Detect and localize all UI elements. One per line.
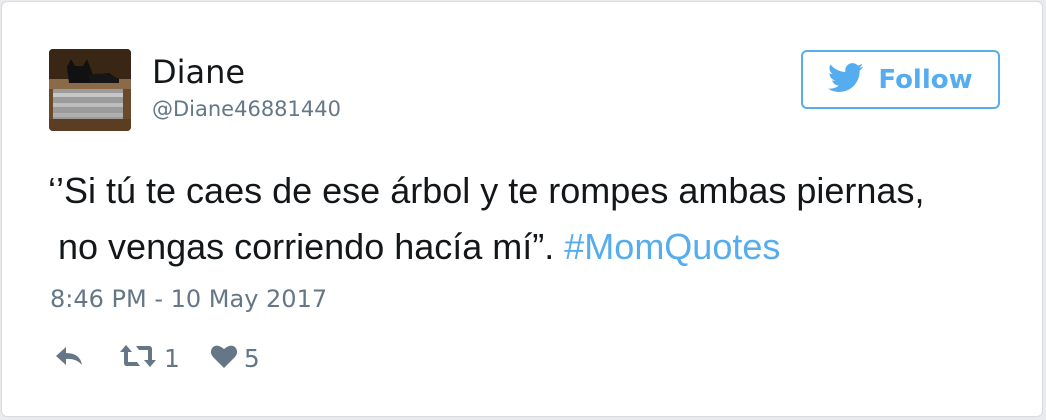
- author-handle[interactable]: @Diane46881440: [152, 95, 341, 123]
- avatar[interactable]: [49, 49, 131, 131]
- follow-label: Follow: [878, 64, 973, 95]
- reply-button[interactable]: [54, 344, 84, 372]
- retweet-icon: [118, 343, 158, 373]
- like-count: 5: [243, 343, 260, 373]
- tweet-text: ‘’Si tú te caes de ese árbol y te rompes…: [48, 163, 1008, 275]
- tweet-text-line-1: ‘’Si tú te caes de ese árbol y te rompes…: [48, 170, 925, 211]
- tweet-card: Diane @Diane46881440 Follow ‘’Si tú te c…: [1, 1, 1043, 417]
- twitter-bird-icon: [828, 62, 864, 97]
- author-display-name[interactable]: Diane: [152, 52, 245, 92]
- retweet-button[interactable]: 1: [118, 343, 180, 373]
- tweet-text-line-2: no vengas corriendo hacía mí”. #MomQuote…: [48, 219, 1008, 275]
- follow-button[interactable]: Follow: [801, 50, 1000, 109]
- retweet-count: 1: [164, 343, 180, 373]
- heart-icon: [210, 343, 238, 373]
- reply-icon: [54, 344, 84, 372]
- tweet-timestamp[interactable]: 8:46 PM - 10 May 2017: [50, 283, 327, 315]
- hashtag-link[interactable]: #MomQuotes: [564, 226, 780, 267]
- like-button[interactable]: 5: [210, 343, 260, 373]
- tweet-actions: 1 5: [54, 340, 260, 376]
- cat-photo-avatar: [49, 49, 131, 131]
- tweet-text-line-2-body: no vengas corriendo hacía mí”.: [58, 226, 565, 267]
